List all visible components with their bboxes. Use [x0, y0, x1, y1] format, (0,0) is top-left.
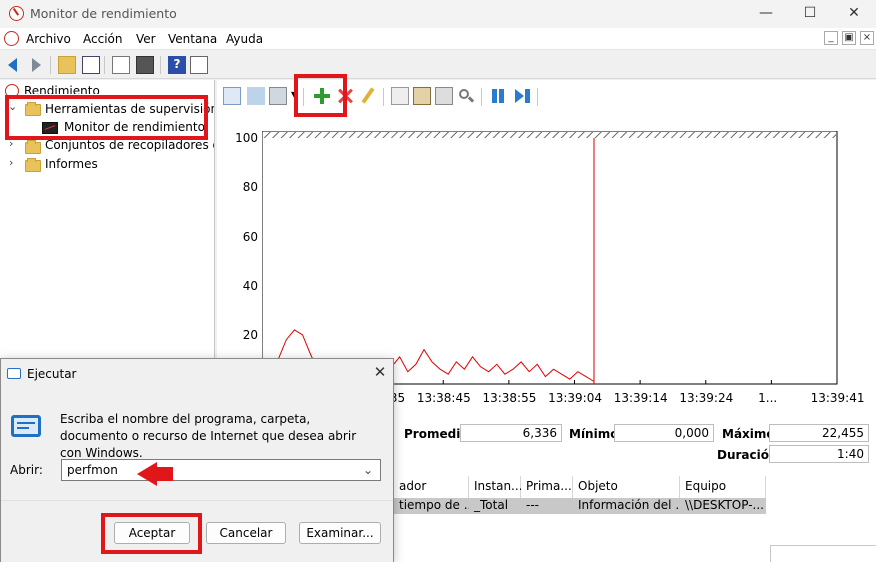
document-system-icon[interactable] — [4, 31, 19, 46]
run-icon — [7, 368, 21, 379]
add-button-highlight-box — [294, 74, 347, 117]
table-cell[interactable]: Información del ... — [573, 498, 680, 514]
main-toolbar: ? — [0, 51, 876, 79]
duracion-value: 1:40 — [769, 445, 869, 463]
promedio-value: 6,336 — [460, 424, 562, 442]
update-data-icon[interactable] — [513, 87, 531, 105]
folder-icon — [25, 140, 41, 154]
minimo-value: 0,000 — [614, 424, 714, 442]
print-icon[interactable] — [136, 56, 154, 74]
toolbar-separator — [160, 56, 161, 74]
x-tick-label: 13:39:24 — [679, 391, 734, 405]
graph-top-band — [263, 132, 836, 138]
graph-area — [262, 131, 838, 385]
open-label: Abrir: — [10, 463, 43, 477]
table-cell[interactable]: \\DESKTOP-... — [680, 498, 766, 514]
paste-icon[interactable] — [413, 87, 431, 105]
minimize-button[interactable]: — — [744, 0, 788, 28]
tree-item-informes[interactable]: Informes — [45, 157, 98, 171]
promedio-label: Promedio — [404, 427, 469, 441]
aceptar-highlight-box — [101, 513, 202, 554]
chevron-down-icon[interactable]: ⌄ — [363, 463, 373, 477]
up-folder-icon[interactable] — [58, 56, 76, 74]
window-title: Monitor de rendimiento — [30, 6, 177, 21]
y-tick-label: 100 — [235, 131, 258, 145]
run-dialog-title: Ejecutar — [27, 367, 77, 381]
menu-archivo[interactable]: Archivo — [26, 32, 71, 46]
properties-view-icon[interactable] — [190, 56, 208, 74]
zoom-icon[interactable] — [457, 87, 475, 105]
column-header-equipo[interactable]: Equipo — [680, 476, 766, 498]
open-input-value: perfmon — [67, 463, 118, 477]
x-tick-label: 13:39:04 — [548, 391, 602, 405]
menu-ver[interactable]: Ver — [136, 32, 156, 46]
x-tick-label: 13:38:55 — [482, 391, 537, 405]
toolbar-separator — [50, 56, 51, 74]
copy-properties-icon[interactable] — [247, 87, 265, 105]
highlight-icon[interactable] — [359, 87, 377, 105]
column-header-contador[interactable]: ador — [394, 476, 469, 498]
tree-item-conjuntos[interactable]: Conjuntos de recopiladores de datos — [45, 138, 214, 152]
table-cell[interactable]: --- — [521, 498, 573, 514]
performance-graph[interactable] — [262, 131, 838, 387]
tree-root-label[interactable]: Rendimiento — [24, 84, 100, 94]
folder-icon — [25, 158, 41, 172]
x-tick-label: 1... — [758, 391, 778, 405]
table-cell[interactable]: _Total — [469, 498, 521, 514]
mdi-restore-button[interactable]: ▣ — [842, 31, 856, 45]
cancelar-button[interactable]: Cancelar — [206, 522, 286, 544]
tree-highlight-box — [5, 95, 208, 140]
toolbar-separator — [383, 88, 384, 106]
x-tick-label: 13:39:41 — [810, 391, 865, 405]
mdi-minimize-button[interactable]: _ — [824, 31, 838, 45]
close-icon[interactable]: ✕ — [371, 363, 389, 381]
run-description: Escriba el nombre del programa, carpeta,… — [60, 412, 357, 460]
close-button[interactable]: ✕ — [832, 0, 876, 28]
show-hide-tree-icon[interactable] — [82, 56, 100, 74]
toolbar-separator — [481, 88, 482, 106]
pause-icon[interactable] — [489, 87, 507, 105]
open-input[interactable]: perfmon — [61, 459, 381, 481]
copy-icon[interactable] — [391, 87, 409, 105]
chevron-right-icon[interactable]: › — [9, 156, 13, 169]
perfmon-app-icon — [9, 6, 24, 21]
back-icon[interactable] — [8, 58, 17, 72]
y-tick-label: 60 — [242, 230, 258, 244]
y-tick-label: 20 — [242, 328, 258, 342]
x-tick-label: 13:38:45 — [416, 391, 471, 405]
run-dialog: Ejecutar ✕ Escriba el nombre del program… — [0, 358, 394, 562]
minimo-label: Mínimo — [569, 427, 619, 441]
help-icon[interactable]: ? — [168, 56, 186, 74]
export-list-icon[interactable] — [112, 56, 130, 74]
y-tick-label: 40 — [242, 279, 258, 293]
column-header-primario[interactable]: Prima... — [521, 476, 573, 498]
menu-accion[interactable]: Acción — [83, 32, 122, 46]
maximize-button[interactable]: ☐ — [788, 0, 832, 28]
title-bar: Monitor de rendimiento — ☐ ✕ — [0, 0, 876, 28]
change-graph-type-icon[interactable] — [269, 87, 287, 105]
menu-ayuda[interactable]: Ayuda — [226, 32, 263, 46]
toolbar-separator — [537, 88, 538, 106]
table-cell[interactable]: tiempo de ... — [394, 498, 469, 514]
x-tick-label: 13:39:14 — [613, 391, 668, 405]
menu-bar: Archivo Acción Ver Ventana Ayuda _ ▣ × — [0, 28, 876, 50]
status-bar-pane — [770, 545, 876, 562]
column-header-objeto[interactable]: Objeto — [573, 476, 680, 498]
y-tick-label: 80 — [242, 180, 258, 194]
mdi-close-button[interactable]: × — [860, 31, 874, 45]
view-graph-icon[interactable] — [223, 87, 241, 105]
menu-ventana[interactable]: Ventana — [168, 32, 217, 46]
properties-icon[interactable] — [435, 87, 453, 105]
column-header-instancia[interactable]: Instan... — [469, 476, 523, 498]
examinar-button[interactable]: Examinar... — [299, 522, 381, 544]
toolbar-separator — [104, 56, 105, 74]
maximo-label: Máximo — [722, 427, 775, 441]
maximo-value: 22,455 — [769, 424, 869, 442]
run-program-icon — [11, 415, 41, 437]
arrow-annotation-shaft — [153, 467, 173, 481]
forward-icon[interactable] — [32, 58, 41, 72]
